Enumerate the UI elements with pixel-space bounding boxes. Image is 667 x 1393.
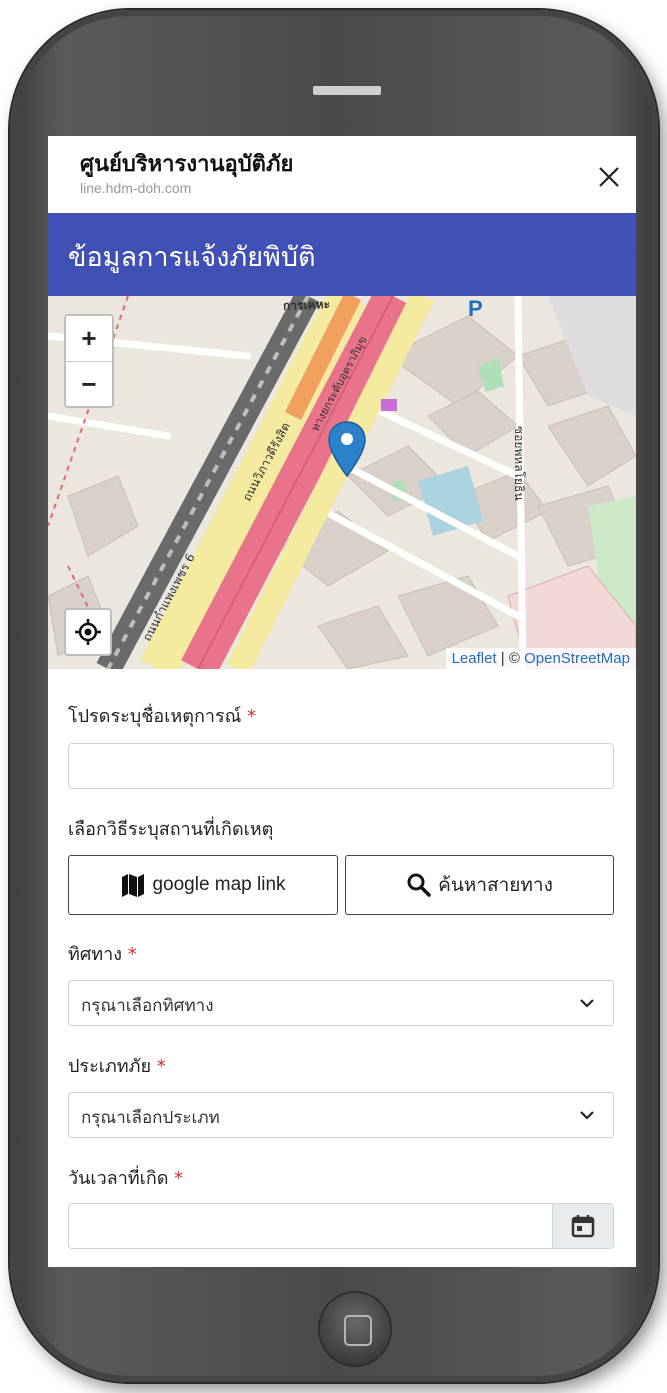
search-route-button[interactable]: ค้นหาสายทาง [345,855,614,915]
zoom-in-button[interactable]: + [66,316,112,362]
datetime-label-text: วันเวลาที่เกิด [68,1168,169,1189]
map-view[interactable]: P การเคหะ ถนนวิภาวดีรังสิต ถนนกำแพงเพชร … [48,296,636,669]
leaflet-link[interactable]: Leaflet [452,650,497,667]
location-method-label: เลือกวิธีระบุสถานที่เกิดเหตุ [68,819,274,840]
attribution-separator: | © [496,650,525,667]
incident-name-label-text: โปรดระบุชื่อเหตุการณ์ [68,706,242,727]
direction-label-text: ทิศทาง [68,944,123,965]
home-button[interactable] [320,1293,390,1365]
incident-name-label: โปรดระบุชื่อเหตุการณ์ * [68,701,256,730]
google-map-link-button[interactable]: google map link [68,855,338,915]
incident-name-input[interactable] [68,743,614,789]
calendar-icon [571,1215,595,1238]
road-label: ซอยพหลโยธิน [512,426,526,501]
map-attribution: Leaflet | © OpenStreetMap [445,648,636,669]
disaster-type-label: ประเภทภัย * [68,1051,166,1080]
locate-button[interactable] [64,608,112,656]
zoom-out-button[interactable]: − [66,362,112,406]
disaster-type-select[interactable]: กรุณาเลือกประเภท [68,1092,614,1138]
location-marker-icon[interactable] [327,420,367,480]
page-title: ข้อมูลการแจ้งภัยพิบัติ [68,242,316,273]
search-route-label: ค้นหาสายทาง [438,874,553,896]
required-mark: * [156,1056,166,1077]
map-icon [122,874,145,897]
google-map-link-label: google map link [152,874,286,895]
calendar-button[interactable] [552,1204,613,1248]
direction-label: ทิศทาง * [68,939,137,968]
phone-speaker [313,86,381,95]
disaster-type-selected-value: กรุณาเลือกประเภท [81,1108,220,1128]
osm-link[interactable]: OpenStreetMap [524,650,630,667]
app-title: ศูนย์บริหารงานอุบัติภัย [80,152,294,177]
crosshair-icon [75,619,101,645]
road-label: การเคหะ [282,297,331,313]
zoom-control: + − [64,314,114,408]
svg-text:P: P [468,296,483,321]
close-icon [599,167,619,187]
phone-screen: ศูนย์บริหารงานอุบัติภัย line.hdm-doh.com… [48,136,636,1267]
datetime-label: วันเวลาที่เกิด * [68,1163,183,1192]
direction-selected-value: กรุณาเลือกทิศทาง [81,996,214,1016]
home-button-icon [344,1315,372,1346]
app-topbar: ศูนย์บริหารงานอุบัติภัย line.hdm-doh.com [48,136,636,213]
page-header: ข้อมูลการแจ้งภัยพิบัติ [48,213,636,296]
close-button[interactable] [588,154,628,194]
direction-select[interactable]: กรุณาเลือกทิศทาง [68,980,614,1026]
required-mark: * [247,706,257,727]
search-icon [407,873,431,897]
disaster-type-label-text: ประเภทภัย [68,1056,152,1077]
chevron-down-icon [580,999,594,1008]
required-mark: * [174,1168,184,1189]
chevron-down-icon [580,1111,594,1120]
required-mark: * [127,944,137,965]
datetime-input[interactable] [68,1203,614,1249]
app-url: line.hdm-doh.com [80,180,192,196]
map-tiles: P [48,296,636,669]
